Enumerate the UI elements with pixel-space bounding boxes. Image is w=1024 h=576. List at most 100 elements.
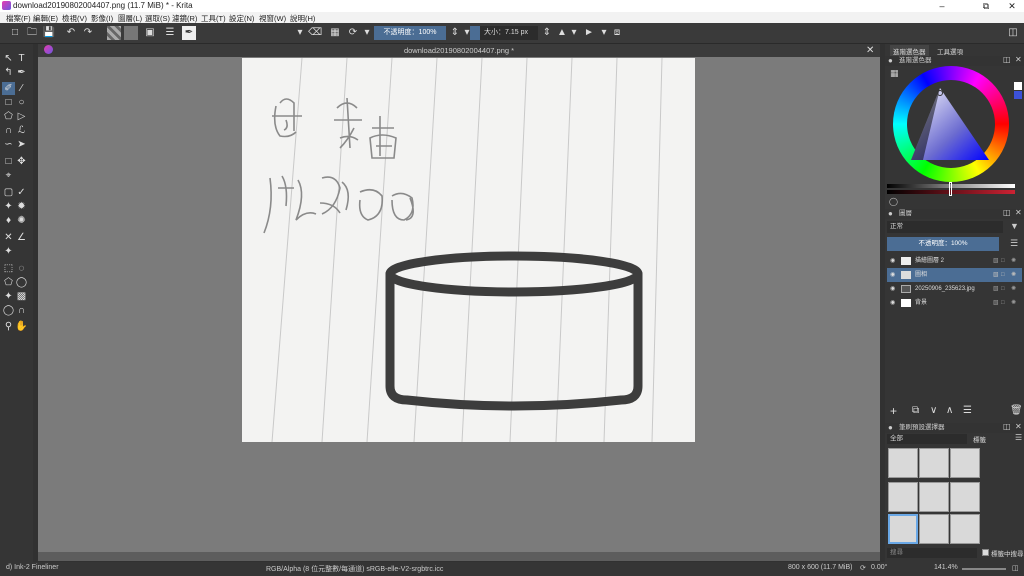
layer-settings-icon[interactable]: ✺	[1011, 268, 1016, 282]
layer-settings-icon[interactable]: ✺	[1011, 282, 1016, 296]
ellipse-tool-icon[interactable]: ○	[15, 96, 28, 109]
float-panel-icon[interactable]: ◫	[1003, 208, 1011, 217]
document-tab[interactable]: download20190802004407.png *	[38, 44, 880, 57]
mirror-vertical-icon[interactable]: ►	[582, 26, 596, 40]
move-tool-icon[interactable]: ✥	[15, 155, 28, 168]
size-spin-icon[interactable]: ⇕	[540, 26, 554, 40]
bezier-select-tool-icon[interactable]: ◯	[2, 304, 15, 317]
color-triangle[interactable]	[893, 66, 1009, 182]
layer-row[interactable]: ◉ 描繪圖層 2 ▧ □ ✺	[887, 254, 1022, 268]
rect-select-tool-icon[interactable]: ⬚	[2, 262, 15, 275]
horizontal-scrollbar[interactable]	[38, 552, 880, 561]
layer-settings-icon[interactable]: ✺	[1011, 296, 1016, 310]
magnetic-select-tool-icon[interactable]: ∩	[15, 304, 28, 317]
new-document-icon[interactable]: □	[8, 26, 22, 40]
save-icon[interactable]: 💾	[42, 26, 56, 40]
alpha-lock-icon[interactable]: ▦	[328, 26, 342, 40]
brush-preset-selected[interactable]	[888, 514, 918, 544]
brush-preset[interactable]	[919, 482, 949, 512]
float-panel-icon[interactable]: ◫	[1003, 55, 1011, 64]
wrap-around-icon[interactable]: ⧈	[610, 26, 624, 40]
polygon-tool-icon[interactable]: ⬠	[2, 110, 15, 123]
visibility-eye-icon[interactable]: ◉	[890, 282, 895, 296]
color-picker-tool-icon[interactable]: ✓	[15, 186, 28, 199]
menu-icon[interactable]: ☰	[1015, 433, 1022, 442]
layer-settings-icon[interactable]: ✺	[1011, 254, 1016, 268]
multibrush-tool-icon[interactable]: ➤	[15, 138, 28, 151]
foreground-color-swatch[interactable]	[1014, 82, 1022, 90]
assistant-tool-icon[interactable]: ✕	[2, 231, 15, 244]
similar-select-tool-icon[interactable]: ▩	[15, 290, 28, 303]
freehand-path-tool-icon[interactable]: ℒ	[15, 124, 28, 137]
freehand-brush-tool-icon[interactable]: ✐	[2, 82, 15, 95]
chevron-down-icon[interactable]: ▾	[597, 26, 611, 40]
transform-tool-icon[interactable]: □	[2, 155, 15, 168]
filter-icon[interactable]: ▼	[1010, 221, 1019, 231]
brush-preset[interactable]	[950, 482, 980, 512]
delete-layer-icon[interactable]: 🗑	[1010, 405, 1023, 416]
move-layer-down-icon[interactable]: ∨	[930, 405, 937, 416]
layer-row[interactable]: ◉ 背景 ▧ □ ✺	[887, 296, 1022, 310]
float-panel-icon[interactable]: ◫	[1003, 422, 1011, 431]
inherit-alpha-icon[interactable]: □	[1001, 282, 1005, 296]
smart-patch-tool-icon[interactable]: ✹	[15, 200, 28, 213]
duplicate-layer-icon[interactable]: ⧉	[912, 405, 919, 416]
pan-tool-icon[interactable]: ✋	[15, 320, 28, 333]
brush-preset[interactable]	[888, 482, 918, 512]
redo-icon[interactable]: ↷	[81, 26, 95, 40]
visibility-eye-icon[interactable]: ◉	[890, 254, 895, 268]
zoom-slider[interactable]	[962, 568, 1006, 570]
reload-preset-icon[interactable]: ⟳	[346, 26, 360, 40]
alpha-lock-icon[interactable]: ▧	[993, 254, 999, 268]
line-tool-icon[interactable]: ∕	[15, 82, 28, 95]
brush-preset[interactable]	[888, 448, 918, 478]
maximize-icon[interactable]: ⧉	[974, 0, 998, 12]
chevron-down-icon[interactable]: ▾	[293, 26, 307, 40]
edit-shapes-tool-icon[interactable]: ↰	[2, 66, 15, 79]
panel-toggle-icon[interactable]: ●	[888, 56, 893, 65]
crop-tool-icon[interactable]: ⌖	[2, 169, 15, 182]
close-document-icon[interactable]: ✕	[866, 45, 874, 56]
chevron-down-icon[interactable]: ▾	[360, 26, 374, 40]
color-swap-icon[interactable]: ▣	[143, 26, 157, 40]
chevron-down-icon[interactable]: ▾	[567, 26, 581, 40]
freehand-select-tool-icon[interactable]: ◯	[15, 276, 28, 289]
text-tool-icon[interactable]: T	[15, 52, 28, 65]
brush-preset-icon[interactable]: ✒	[182, 26, 196, 40]
contiguous-select-tool-icon[interactable]: ✦	[2, 290, 15, 303]
measure-tool-icon[interactable]: ∠	[15, 231, 28, 244]
inherit-alpha-icon[interactable]: □	[1001, 296, 1005, 310]
brush-preset[interactable]	[950, 514, 980, 544]
select-shapes-tool-icon[interactable]: ↖	[2, 52, 15, 65]
panel-toggle-icon[interactable]: ●	[888, 209, 893, 218]
preset-search-input[interactable]: 搜尋	[887, 548, 977, 558]
canvas-image[interactable]	[242, 58, 695, 442]
color-wheel[interactable]	[893, 66, 1009, 182]
calligraphy-tool-icon[interactable]: ✒	[15, 66, 28, 79]
gradient-tool-icon[interactable]: ▢	[2, 186, 15, 199]
inherit-alpha-icon[interactable]: □	[1001, 268, 1005, 282]
move-layer-up-icon[interactable]: ∧	[946, 405, 953, 416]
bezier-tool-icon[interactable]: ∩	[2, 124, 15, 137]
reference-tool-icon[interactable]: ✦	[2, 245, 15, 258]
eraser-icon[interactable]: ⌫	[308, 26, 322, 40]
panel-toggle-icon[interactable]: ●	[888, 423, 893, 432]
fill-tool-icon[interactable]: ♦	[2, 214, 15, 227]
zoom-fit-icon[interactable]: ◫	[1012, 564, 1019, 572]
visibility-eye-icon[interactable]: ◉	[890, 296, 895, 310]
close-panel-icon[interactable]: ✕	[1015, 422, 1022, 431]
colorize-mask-tool-icon[interactable]: ✦	[2, 200, 15, 213]
inherit-alpha-icon[interactable]: □	[1001, 254, 1005, 268]
brush-preset[interactable]	[950, 448, 980, 478]
workspace-icon[interactable]: ◫	[1006, 26, 1020, 40]
close-window-icon[interactable]: ✕	[1000, 0, 1024, 12]
alpha-lock-icon[interactable]: ▧	[993, 282, 999, 296]
close-panel-icon[interactable]: ✕	[1015, 208, 1022, 217]
polyline-tool-icon[interactable]: ▷	[15, 110, 28, 123]
rectangle-tool-icon[interactable]: □	[2, 96, 15, 109]
layer-row[interactable]: ◉ 20250906_235623.jpg ▧ □ ✺	[887, 282, 1022, 296]
brush-preset[interactable]	[919, 448, 949, 478]
close-panel-icon[interactable]: ✕	[1015, 55, 1022, 64]
brush-settings-icon[interactable]: ☰	[163, 26, 177, 40]
undo-icon[interactable]: ↶	[64, 26, 78, 40]
